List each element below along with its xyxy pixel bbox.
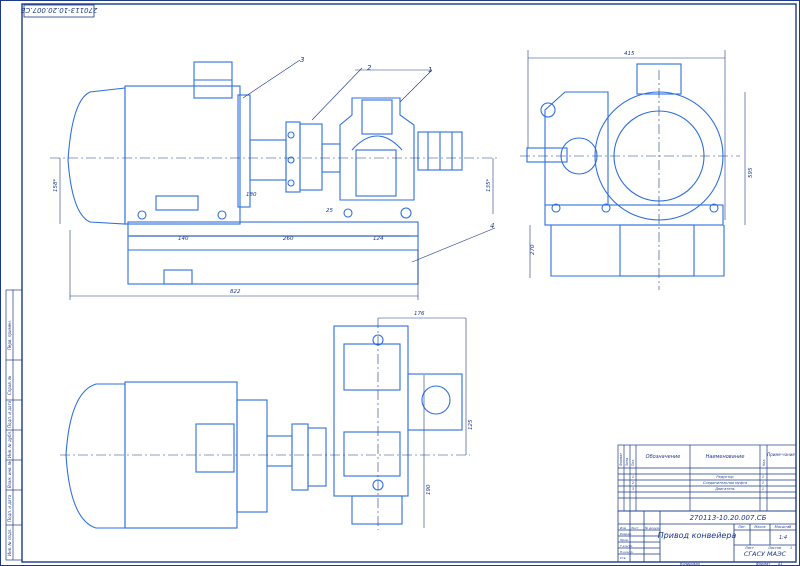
- strip-label: Подп. и дата: [7, 400, 12, 428]
- dim-595: 595: [748, 167, 754, 178]
- dim-270: 270: [530, 244, 536, 255]
- bom-row-qty: 1: [762, 487, 764, 491]
- bom-header-qty: Кол.: [762, 459, 766, 466]
- person-label: Пров.: [620, 538, 629, 542]
- bom-row-name: Редуктор: [716, 475, 734, 479]
- strip-label: Взам. инв. №: [7, 461, 12, 488]
- bom-row-name: Соединительная муфта: [703, 481, 747, 485]
- bom-header-pos: Поз.: [631, 459, 635, 466]
- organization: СГАСУ МАЭС: [744, 550, 787, 558]
- row-label: Лист: [630, 526, 639, 530]
- format-value: А1: [777, 562, 783, 566]
- drawing-sheet: 270113-10.20.007.СБ Перв. примен. Справ.…: [0, 0, 800, 566]
- person-label: Разраб.: [620, 532, 632, 536]
- person-label: Н.контр.: [620, 550, 633, 554]
- sheets-value: 1: [790, 546, 792, 550]
- callout-1: 1: [428, 66, 432, 74]
- row-label: Изм: [620, 526, 627, 530]
- strip-label: Инв. № дубл.: [7, 431, 12, 458]
- person-label: Утв.: [620, 556, 626, 560]
- dim-140: 140: [178, 236, 189, 242]
- sheet-label: Лист: [744, 546, 755, 550]
- callout-4: 4: [490, 222, 494, 230]
- rotated-code: 270113-10.20.007.СБ: [20, 6, 97, 14]
- bom-row-qty: 1: [762, 481, 764, 485]
- dim-260: 260: [283, 236, 294, 242]
- callout-3: 3: [300, 56, 304, 64]
- dim-25: 25: [326, 208, 333, 214]
- strip-label: Инв. № подл.: [7, 528, 12, 556]
- bom-header-format: Формат: [619, 453, 623, 466]
- sheets-label: Листов: [767, 546, 781, 550]
- dim-822: 822: [230, 289, 241, 295]
- strip-label: Подп. и дата: [7, 494, 12, 522]
- drawing-title: Привод конвейера: [658, 531, 737, 540]
- dim-180: 180: [246, 192, 257, 198]
- copied-label: Копировал: [680, 562, 701, 566]
- bom-row-pos: 3: [632, 487, 634, 491]
- bom-header-designation: Обозначение: [646, 454, 681, 460]
- strip-label: Перв. примен.: [7, 320, 12, 350]
- person-label: Т.контр.: [620, 544, 633, 548]
- drawing-code: 270113-10.20.007.СБ: [690, 514, 767, 522]
- bom-header-note: Приме-чание: [767, 452, 795, 457]
- format-label: Формат: [756, 562, 771, 566]
- mass-label: Масса: [754, 525, 765, 529]
- dim-190: 190: [426, 484, 432, 495]
- scale-label: Масштаб: [775, 525, 792, 529]
- bom-row-pos: 1: [632, 475, 634, 479]
- bom-row-qty: 1: [762, 475, 764, 479]
- dim-125: 125: [468, 419, 474, 430]
- dim-158: 158*: [53, 179, 59, 192]
- callout-2: 2: [367, 64, 372, 72]
- row-label: № докум.: [644, 526, 660, 530]
- dim-176: 176: [414, 311, 425, 317]
- strip-label: Справ. №: [7, 376, 12, 395]
- lit-label: Лит.: [737, 525, 746, 529]
- outer-border: [0, 0, 800, 566]
- bom-header-name: Наименование: [706, 454, 745, 460]
- bom-row-name: Двигатель: [714, 487, 735, 491]
- scale-value: 1:4: [779, 535, 787, 541]
- dim-135: 135*: [486, 179, 492, 192]
- bom-header-zone: Зона: [625, 458, 629, 466]
- dim-124: 124: [373, 236, 384, 242]
- dim-415: 415: [624, 51, 635, 57]
